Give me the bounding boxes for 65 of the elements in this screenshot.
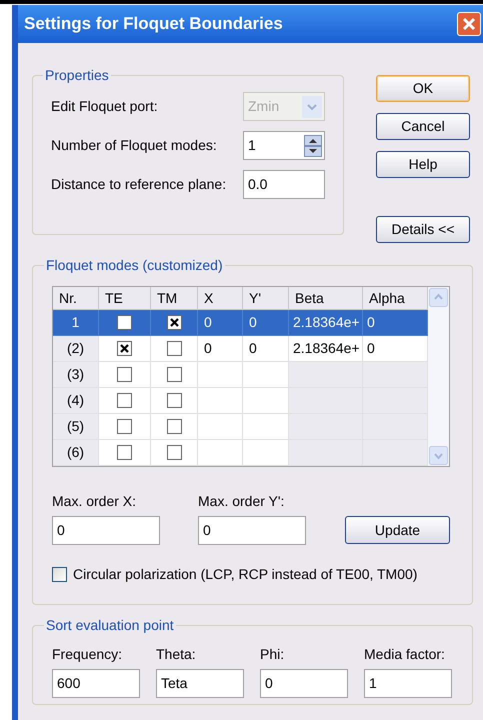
field-label: Media factor:: [364, 645, 446, 664]
spin-arrows-icon: [304, 134, 322, 156]
checkbox[interactable]: [166, 315, 182, 330]
field-label: Max. order X:: [52, 492, 138, 511]
scrollbar[interactable]: [428, 287, 449, 466]
checkbox[interactable]: [117, 419, 132, 434]
checkbox[interactable]: [166, 393, 182, 408]
table-cell: 1: [53, 310, 99, 336]
checkbox-label: Circular polarization (LCP, RCP instead of TE00, TM00): [73, 565, 418, 584]
window-title: Settings for Floquet Boundaries: [24, 13, 283, 36]
table-cell: (5): [53, 414, 99, 440]
table-cell: 0: [198, 310, 243, 336]
table-row[interactable]: (3): [53, 362, 428, 388]
checkbox[interactable]: [117, 445, 132, 460]
field-label: Frequency:: [52, 645, 124, 664]
field-label: Theta:: [156, 645, 197, 664]
text-field[interactable]: 0: [198, 516, 306, 545]
table-row[interactable]: (6): [53, 440, 428, 466]
scroll-up-icon: [429, 288, 448, 307]
checkbox[interactable]: [117, 393, 132, 408]
group-title: Floquet modes (customized): [45, 256, 224, 275]
text-field[interactable]: 0: [52, 516, 160, 545]
checkbox[interactable]: [52, 567, 67, 582]
close-icon: [462, 17, 476, 31]
scroll-down-icon: [429, 446, 448, 465]
table-row[interactable]: (5): [53, 414, 428, 440]
checkbox[interactable]: [166, 341, 182, 356]
text-field[interactable]: 1: [364, 669, 452, 698]
text-field[interactable]: 0.0: [243, 170, 325, 199]
dialog-button[interactable]: Help: [376, 151, 470, 178]
check-x-icon: [170, 318, 178, 327]
field-label: Phi:: [260, 645, 286, 664]
field-label: Edit Floquet port:: [51, 97, 158, 116]
close-button[interactable]: [457, 12, 481, 36]
checkbox[interactable]: [117, 315, 132, 330]
table-cell: (6): [53, 440, 99, 466]
field-label: Distance to reference plane:: [51, 175, 226, 194]
text-field[interactable]: 600: [52, 669, 140, 698]
checkbox[interactable]: [117, 341, 132, 356]
field-label: Max. order Y':: [198, 492, 286, 511]
chevron-down-icon: [302, 96, 322, 118]
table-row[interactable]: 1 0 0 2.18364e+ 0: [53, 310, 428, 336]
field-label: Number of Floquet modes:: [51, 136, 217, 155]
table-row[interactable]: (2) 0 0 2.18364e+ 0: [53, 336, 428, 362]
update-button[interactable]: Update: [345, 516, 450, 544]
table-cell: 2.18364e+: [289, 310, 363, 336]
modes-spinner[interactable]: 1: [243, 131, 325, 160]
table-cell: (4): [53, 388, 99, 414]
table-cell: (3): [53, 362, 99, 388]
dialog-button[interactable]: Details <<: [376, 216, 470, 243]
checkbox[interactable]: [117, 367, 132, 382]
text-field[interactable]: Teta: [156, 669, 244, 698]
dialog-button[interactable]: OK: [376, 75, 470, 102]
table-cell: (2): [53, 336, 99, 362]
group-title: Sort evaluation point: [45, 616, 175, 635]
checkbox[interactable]: [166, 445, 182, 460]
group-title: Properties: [44, 66, 110, 85]
table-cell: 0: [363, 310, 428, 336]
dialog-button[interactable]: Cancel: [376, 113, 470, 140]
checkbox[interactable]: [166, 367, 182, 382]
table-cell: 0: [243, 310, 289, 336]
table-row[interactable]: (4): [53, 388, 428, 414]
text-field[interactable]: 0: [260, 669, 348, 698]
checkbox[interactable]: [166, 419, 182, 434]
check-x-icon: [120, 344, 129, 353]
